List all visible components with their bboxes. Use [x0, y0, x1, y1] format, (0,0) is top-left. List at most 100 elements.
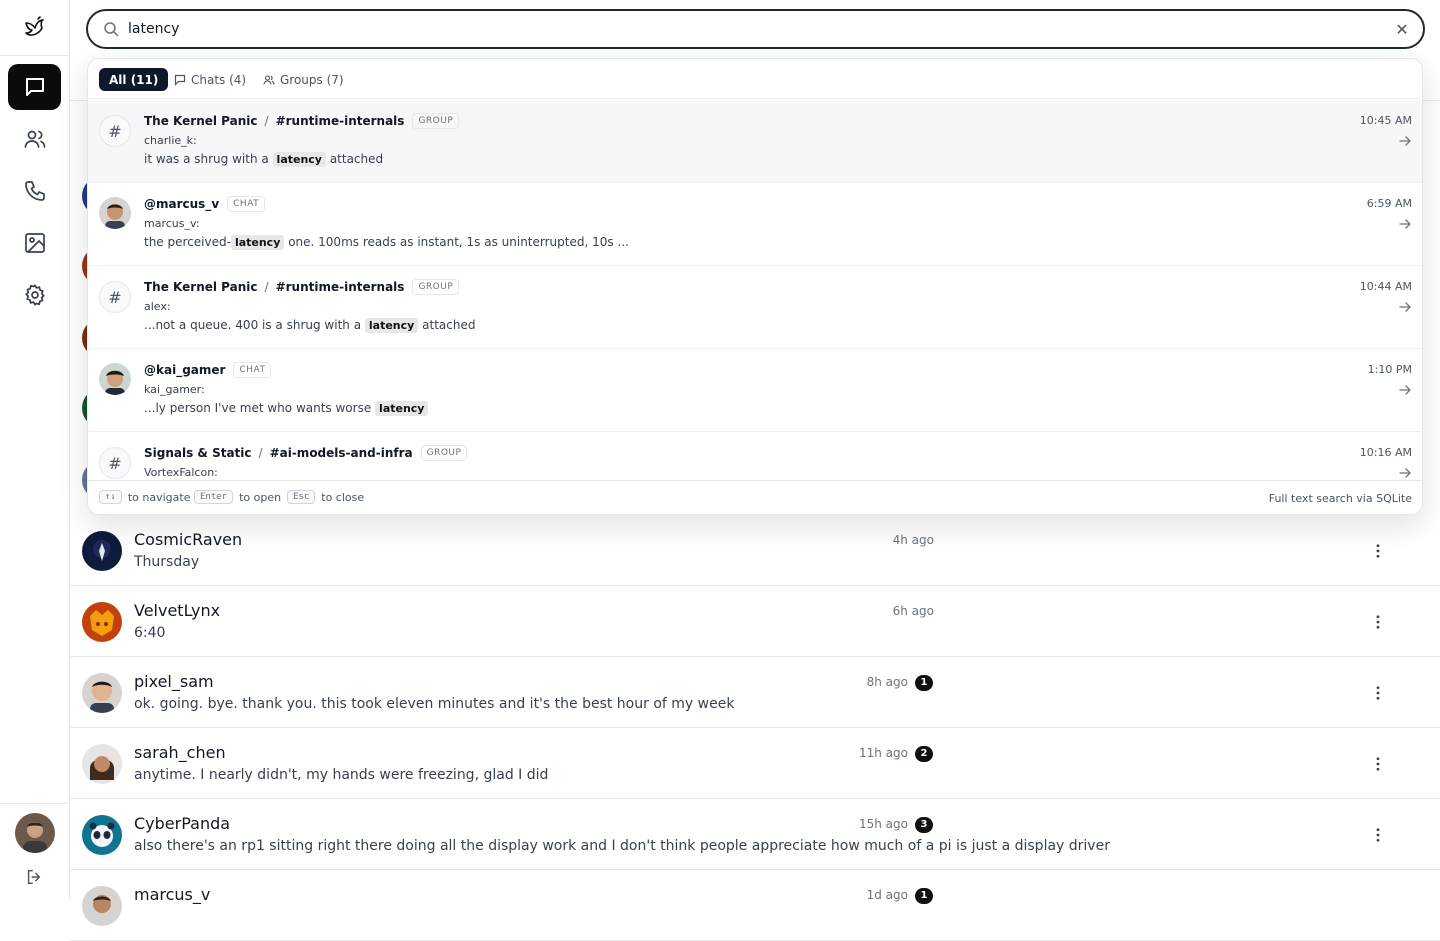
- result-title: The Kernel Panic / #runtime-internals GR…: [144, 113, 460, 129]
- more-options-icon[interactable]: [1367, 824, 1389, 846]
- chat-row[interactable]: marcus_v 1d ago 1: [70, 870, 1440, 941]
- avatar: [82, 602, 122, 642]
- chat-row[interactable]: CyberPanda also there's an rp1 sitting r…: [70, 799, 1440, 870]
- chat-name: marcus_v: [134, 885, 211, 904]
- search-engine-note: Full text search via SQLite: [1268, 492, 1412, 505]
- search-icon: [104, 22, 119, 37]
- result-channel: #runtime-internals: [275, 280, 405, 294]
- search-input[interactable]: [128, 17, 1378, 41]
- result-time: 1:10 PM: [1367, 363, 1412, 376]
- hint-open: Enter to open: [194, 490, 281, 504]
- match-highlight: latency: [230, 235, 285, 250]
- result-sender: kai_gamer:: [144, 383, 205, 396]
- users-icon: [263, 74, 275, 85]
- phone-icon: [24, 181, 45, 201]
- result-time: 6:59 AM: [1366, 197, 1412, 210]
- clear-search-icon[interactable]: ✕: [1393, 20, 1411, 39]
- chat-preview: ok. going. bye. thank you. this took ele…: [134, 696, 735, 712]
- chat-name: sarah_chen: [134, 743, 226, 762]
- more-options-icon[interactable]: [1367, 682, 1389, 704]
- avatar: [82, 744, 122, 784]
- nav-contacts-button[interactable]: [8, 116, 61, 162]
- arrow-right-icon: [1399, 468, 1411, 478]
- result-time: 10:44 AM: [1359, 280, 1412, 293]
- chat-time: 11h ago: [858, 746, 908, 760]
- tab-groups[interactable]: Groups (7): [253, 68, 354, 91]
- search-result[interactable]: # The Kernel Panic / #runtime-internals …: [88, 100, 1422, 183]
- result-sender: charlie_k:: [144, 134, 197, 147]
- avatar: [82, 673, 122, 713]
- gear-icon: [24, 284, 45, 306]
- chat-row[interactable]: VelvetLynx 6:40 6h ago: [70, 586, 1440, 657]
- chat-preview: Thursday: [134, 554, 200, 570]
- result-sender: marcus_v:: [144, 217, 200, 230]
- chat-name: VelvetLynx: [134, 601, 221, 620]
- nav-rail: [0, 0, 70, 900]
- unread-badge: 1: [915, 888, 933, 904]
- nav-calls-button[interactable]: [8, 168, 61, 214]
- result-snippet: the perceived-latency one. 100ms reads a…: [144, 235, 629, 250]
- tab-label: All (11): [109, 72, 159, 87]
- tab-label: Chats (4): [191, 72, 247, 87]
- result-title: Signals & Static / #ai-models-and-infra …: [144, 445, 468, 461]
- key-esc: Esc: [287, 490, 316, 504]
- unread-badge: 3: [915, 817, 933, 833]
- hash-icon: #: [99, 447, 131, 479]
- chat-time: 8h ago: [866, 675, 908, 689]
- result-sender: VortexFalcon:: [144, 466, 218, 479]
- current-user-avatar[interactable]: [15, 813, 55, 853]
- arrow-right-icon: [1399, 219, 1411, 229]
- chat-row[interactable]: sarah_chen anytime. I nearly didn't, my …: [70, 728, 1440, 799]
- result-title: @kai_gamer CHAT: [144, 362, 272, 378]
- more-options-icon[interactable]: [1367, 611, 1389, 633]
- result-snippet: ...not a queue. 400 is a shrug with a la…: [144, 318, 476, 333]
- result-kind-badge: GROUP: [412, 113, 460, 129]
- hash-icon: #: [99, 115, 131, 147]
- chat-time: 4h ago: [892, 533, 934, 547]
- result-time: 10:16 AM: [1359, 446, 1412, 459]
- result-title: @marcus_v CHAT: [144, 196, 266, 212]
- search-result[interactable]: # The Kernel Panic / #runtime-internals …: [88, 266, 1422, 349]
- nav-chats-button[interactable]: [8, 64, 61, 110]
- result-channel: #ai-models-and-infra: [269, 446, 413, 460]
- result-kind-badge: GROUP: [412, 279, 460, 295]
- result-sender: alex:: [144, 300, 171, 313]
- app-logo[interactable]: [0, 0, 69, 56]
- chat-row[interactable]: CosmicRaven Thursday 4h ago: [70, 515, 1440, 586]
- result-title: The Kernel Panic / #runtime-internals GR…: [144, 279, 460, 295]
- hint-label: to close: [321, 490, 365, 504]
- nav-media-button[interactable]: [8, 220, 61, 266]
- more-options-icon[interactable]: [1367, 753, 1389, 775]
- chat-preview: also there's an rp1 sitting right there …: [134, 838, 1110, 854]
- key-arrows: ↑↓: [99, 490, 122, 504]
- search-results-panel: All (11) Chats (4) Groups (7) # The Kern…: [87, 58, 1423, 515]
- logout-icon[interactable]: [25, 868, 45, 888]
- rail-footer: [0, 803, 69, 900]
- key-enter: Enter: [194, 490, 234, 504]
- hash-icon: #: [99, 281, 131, 313]
- search-result[interactable]: @kai_gamer CHAT kai_gamer: ...ly person …: [88, 349, 1422, 432]
- more-options-icon[interactable]: [1367, 540, 1389, 562]
- results-list: # The Kernel Panic / #runtime-internals …: [88, 100, 1422, 480]
- chat-preview: 6:40: [134, 625, 166, 641]
- match-highlight: latency: [364, 318, 419, 333]
- tab-all[interactable]: All (11): [99, 68, 169, 91]
- chat-name: CosmicRaven: [134, 530, 243, 549]
- search-result[interactable]: @marcus_v CHAT marcus_v: the perceived-l…: [88, 183, 1422, 266]
- search-bar: ✕: [86, 9, 1425, 49]
- hint-label: to open: [239, 490, 282, 504]
- search-result[interactable]: # Signals & Static / #ai-models-and-infr…: [88, 432, 1422, 480]
- arrow-right-icon: [1399, 385, 1411, 395]
- image-icon: [24, 233, 45, 253]
- chat-name: pixel_sam: [134, 672, 214, 691]
- result-time: 10:45 AM: [1359, 114, 1412, 127]
- result-filter-tabs: All (11) Chats (4) Groups (7): [88, 59, 1422, 99]
- result-snippet: it was a shrug with a latency attached: [144, 152, 384, 167]
- unread-badge: 1: [915, 675, 933, 691]
- tab-chats[interactable]: Chats (4): [164, 68, 256, 91]
- avatar: [99, 363, 131, 395]
- avatar: [99, 197, 131, 229]
- nav-settings-button[interactable]: [8, 272, 61, 318]
- chat-row[interactable]: pixel_sam ok. going. bye. thank you. thi…: [70, 657, 1440, 728]
- result-kind-badge: CHAT: [227, 196, 266, 212]
